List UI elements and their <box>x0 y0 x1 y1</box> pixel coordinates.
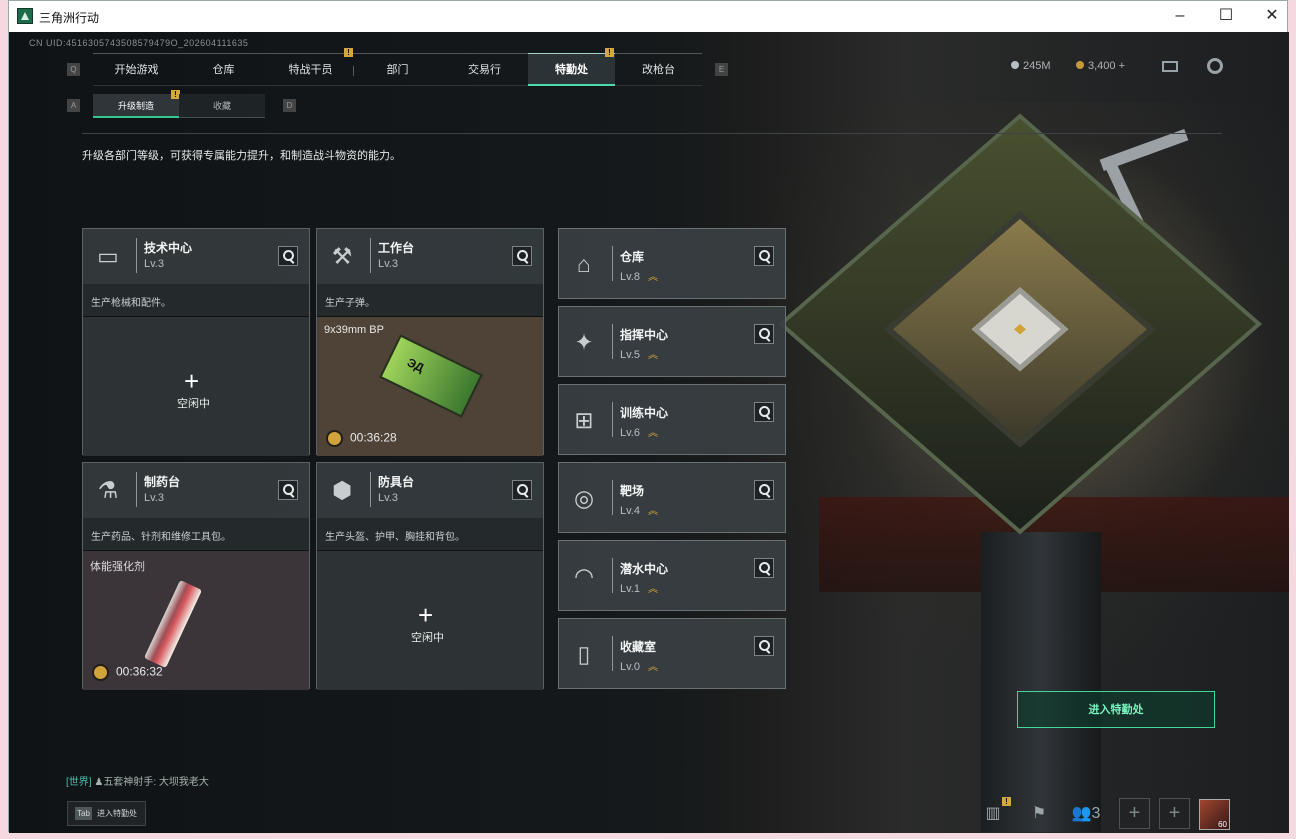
subnav-key-a: A <box>67 99 80 112</box>
idle-production-slot[interactable]: + 空闲中 <box>83 316 309 456</box>
card-header: ⚒ 工作台 Lv.3 <box>317 229 543 284</box>
warehouse-card[interactable]: ⌂ 仓库 Lv.8 ︽ <box>558 228 786 299</box>
upgrade-chevrons-icon: ︽ <box>647 506 658 517</box>
subtab-collection[interactable]: 收藏 <box>179 94 265 118</box>
delta-force-app-icon <box>17 8 33 24</box>
nav-key-q: Q <box>67 63 80 76</box>
flag-icon[interactable]: ⚑ <box>1025 800 1053 828</box>
microscope-icon: ⚗ <box>97 477 119 503</box>
diving-center-card[interactable]: ◠ 潜水中心 Lv.1 ︽ <box>558 540 786 611</box>
search-icon[interactable] <box>754 324 774 344</box>
upgrade-chevrons-icon: ︽ <box>647 584 658 595</box>
game-window: 三角洲行动 – ☐ ✕ CN UID:4516305743508579479O_… <box>8 0 1289 833</box>
production-timer: 00:36:28 <box>326 430 397 447</box>
cube-pedestal <box>981 532 1101 832</box>
card-header: ⚗ 制药台 Lv.3 <box>83 463 309 518</box>
tab-departments[interactable]: 部门 <box>354 53 441 86</box>
tab-warehouse[interactable]: 仓库 <box>180 53 267 86</box>
chat-user-icon: ♟ <box>94 777 104 788</box>
tab-operators[interactable]: 特战干员! <box>267 48 354 86</box>
section-divider <box>82 133 1222 134</box>
gear-icon[interactable] <box>1207 58 1223 74</box>
chat-message[interactable]: [世界] ♟五套神射手: 大坝我老大 <box>66 773 209 788</box>
cube-inner <box>883 210 1157 448</box>
tab-gunsmith[interactable]: 改枪台 <box>615 53 702 86</box>
upgrade-chevrons-icon: ︽ <box>647 662 658 673</box>
mail-icon[interactable] <box>1162 61 1178 72</box>
shooting-range-card[interactable]: ◎ 靶场 Lv.4 ︽ <box>558 462 786 533</box>
tab-special-operations[interactable]: 特勤处! <box>528 48 615 86</box>
subnav-key-d: D <box>283 99 296 112</box>
upgrade-chevrons-icon: ︽ <box>647 272 658 283</box>
training-center-card[interactable]: ⊞ 训练中心 Lv.6 ︽ <box>558 384 786 455</box>
friends-icon: 👥 <box>1071 805 1092 822</box>
production-timer: 00:36:32 <box>92 664 163 681</box>
cube-core <box>971 287 1069 372</box>
window-titlebar: 三角洲行动 – ☐ ✕ <box>9 1 1287 32</box>
search-icon[interactable] <box>512 246 532 266</box>
search-icon[interactable] <box>754 480 774 500</box>
silver-coin-icon <box>1011 61 1019 69</box>
premium-currency[interactable]: 3,400 + <box>1076 60 1125 72</box>
warehouse-icon: ⌂ <box>577 251 591 277</box>
currency-balance: 245M <box>1011 60 1051 72</box>
tab-operators-badge: ! <box>344 48 353 57</box>
search-icon[interactable] <box>754 246 774 266</box>
target-icon: ◎ <box>573 485 595 511</box>
ammo-box-icon <box>379 334 483 418</box>
cubes-icon: ⬢ <box>331 477 353 503</box>
clock-icon <box>92 664 109 681</box>
search-icon[interactable] <box>512 480 532 500</box>
command-center-card[interactable]: ✦ 指挥中心 Lv.5 ︽ <box>558 306 786 377</box>
medicine-production-slot[interactable]: 体能强化剂 00:36:32 <box>83 550 309 690</box>
ammo-production-slot[interactable]: 9x39mm BP 00:36:28 <box>317 316 543 456</box>
workbench-card[interactable]: ⚒ 工作台 Lv.3 生产子弹。 9x39mm BP 00:36:28 <box>316 228 544 456</box>
maximize-button[interactable]: ☐ <box>1203 1 1249 32</box>
subtab-upgrade-manufacture[interactable]: 升级制造! <box>93 90 180 118</box>
card-header: ⬢ 防具台 Lv.3 <box>317 463 543 518</box>
collection-room-card[interactable]: ▯ 收藏室 Lv.0 ︽ <box>558 618 786 689</box>
cabinet-icon: ▯ <box>577 641 591 667</box>
upgrade-chevrons-icon: ︽ <box>647 428 658 439</box>
tab-start-game[interactable]: 开始游戏 <box>93 53 180 86</box>
tech-center-card[interactable]: ▭ 技术中心 Lv.3 生产枪械和配件。 + 空闲中 <box>82 228 310 456</box>
search-icon[interactable] <box>754 558 774 578</box>
gold-coin-icon <box>1076 61 1084 69</box>
main-nav: 开始游戏 仓库 特战干员! 部门 交易行 特勤处! 改枪台 <box>93 48 702 86</box>
search-icon[interactable] <box>278 246 298 266</box>
sub-navigation: 升级制造! 收藏 <box>93 90 265 118</box>
enter-special-operations-button[interactable]: 进入特勤处 <box>1017 691 1215 728</box>
idle-production-slot[interactable]: + 空闲中 <box>317 550 543 690</box>
special-operations-screen: CN UID:4516305743508579479O_202604111635… <box>9 32 1289 833</box>
close-button[interactable]: ✕ <box>1249 1 1295 32</box>
monitor-icon: ▭ <box>97 243 119 269</box>
search-icon[interactable] <box>754 402 774 422</box>
add-team-slot-button[interactable]: + <box>1159 798 1190 829</box>
search-icon[interactable] <box>278 480 298 500</box>
add-team-slot-button[interactable]: + <box>1119 798 1150 829</box>
pharmacy-card[interactable]: ⚗ 制药台 Lv.3 生产药品、针剂和维修工具包。 体能强化剂 00:36:32 <box>82 462 310 690</box>
friends-button[interactable]: 👥3 <box>1069 800 1103 828</box>
nav-key-e: E <box>715 63 728 76</box>
upgrade-chevrons-icon: ︽ <box>647 350 658 361</box>
stats-badge: ! <box>1002 797 1011 806</box>
tab-trading[interactable]: 交易行 <box>441 53 528 86</box>
page-description: 升级各部门等级，可获得专属能力提升，和制造战斗物资的能力。 <box>82 150 401 162</box>
goggles-icon: ◠ <box>573 563 595 589</box>
tools-icon: ⚒ <box>331 243 353 269</box>
window-title: 三角洲行动 <box>39 11 100 25</box>
player-avatar[interactable] <box>1199 799 1230 830</box>
user-id: CN UID:4516305743508579479O_202604111635 <box>29 38 249 48</box>
tab-special-operations-badge: ! <box>605 48 614 57</box>
search-icon[interactable] <box>754 636 774 656</box>
armor-bench-card[interactable]: ⬢ 防具台 Lv.3 生产头盔、护甲、胸挂和背包。 + 空闲中 <box>316 462 544 690</box>
syringe-icon <box>143 579 203 669</box>
tab-shortcut-hint[interactable]: Tab 进入特勤处 <box>67 801 146 826</box>
dumbbell-icon: ⊞ <box>574 407 594 433</box>
command-icon: ✦ <box>574 329 594 355</box>
minimize-button[interactable]: – <box>1157 1 1203 32</box>
card-header: ▭ 技术中心 Lv.3 <box>83 229 309 284</box>
clock-icon <box>326 430 343 447</box>
